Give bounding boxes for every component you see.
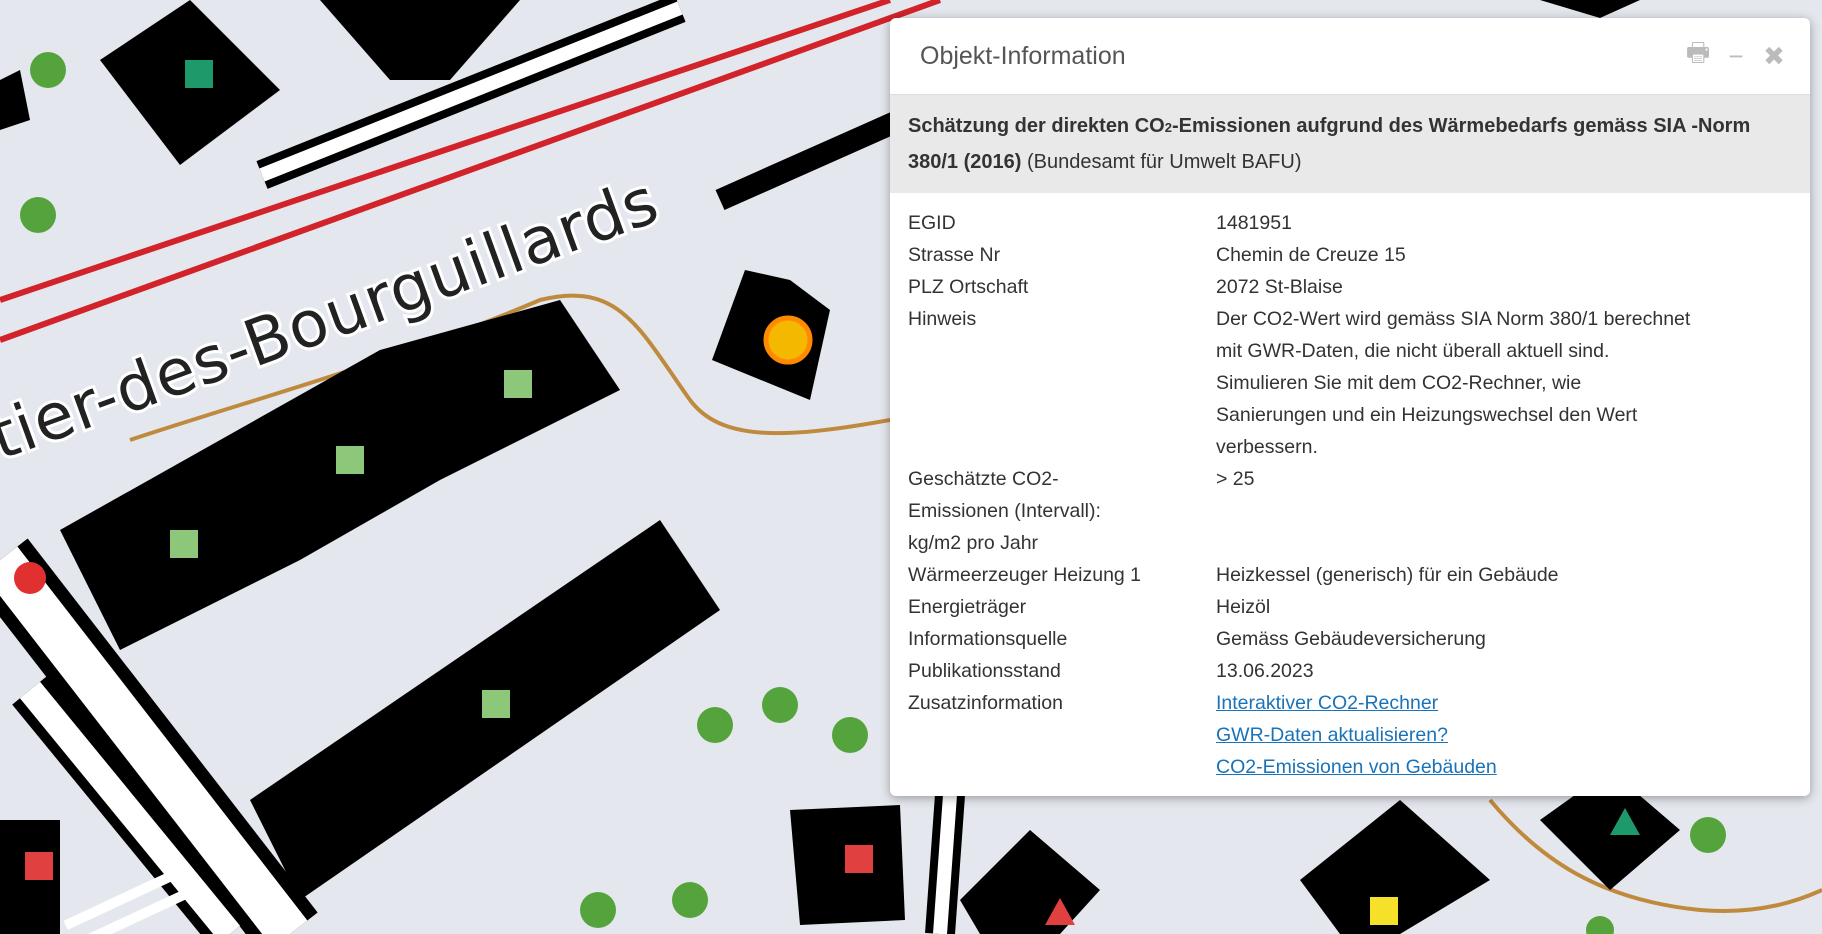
- table-row: Zusatzinformation Interaktiver CO2-Rechn…: [908, 687, 1786, 783]
- attr-value: Der CO2-Wert wird gemäss SIA Norm 380/1 …: [1216, 303, 1786, 463]
- object-info-popup: Objekt-Information 🖶 − ✖ Schätzung der d…: [890, 18, 1810, 796]
- gwr-update-link[interactable]: GWR-Daten aktualisieren?: [1216, 719, 1786, 751]
- table-row: Strasse Nr Chemin de Creuze 15: [908, 239, 1786, 271]
- attribute-table: EGID 1481951 Strasse Nr Chemin de Creuze 1…: [908, 207, 1786, 783]
- key-line: Emissionen (Intervall):: [908, 500, 1101, 522]
- road: [933, 794, 957, 934]
- attr-value: > 25: [1216, 468, 1255, 490]
- popup-toolbar: 🖶 − ✖: [1684, 37, 1788, 71]
- marker-square[interactable]: [1370, 897, 1398, 925]
- attr-value: 1481951: [1216, 212, 1292, 234]
- attr-value: Interaktiver CO2-Rechner GWR-Daten aktua…: [1216, 687, 1786, 783]
- layer-title-part1: Schätzung der direkten CO: [908, 115, 1165, 137]
- table-row: Wärmeerzeuger Heizung 1 Heizkessel (gener…: [908, 559, 1786, 591]
- table-row: Publikationsstand 13.06.2023: [908, 655, 1786, 687]
- attr-key: Publikationsstand: [908, 660, 1061, 682]
- hint-line: Simulieren Sie mit dem CO2-Rechner, wie: [1216, 372, 1582, 394]
- attr-key: Strasse Nr: [908, 244, 1001, 266]
- marker-square[interactable]: [170, 530, 198, 558]
- co2-buildings-link[interactable]: CO2-Emissionen von Gebäuden: [1216, 751, 1786, 783]
- close-icon[interactable]: ✖: [1760, 41, 1788, 71]
- layer-source: (Bundesamt für Umwelt BAFU): [1021, 151, 1302, 173]
- hint-line: Sanierungen und ein Heizungswechsel den …: [1216, 404, 1638, 426]
- attr-key: Energieträger: [908, 596, 1027, 618]
- attr-key: PLZ Ortschaft: [908, 276, 1029, 298]
- key-line: Geschätzte CO2-: [908, 468, 1059, 490]
- table-row: PLZ Ortschaft 2072 St-Blaise: [908, 271, 1786, 303]
- attr-key: Geschätzte CO2- Emissionen (Intervall): …: [908, 463, 1216, 559]
- attr-key: Zusatzinformation: [908, 692, 1063, 714]
- marker-square[interactable]: [185, 60, 213, 88]
- print-icon[interactable]: 🖶: [1684, 37, 1712, 70]
- attr-value: 13.06.2023: [1216, 660, 1314, 682]
- table-row: Informationsquelle Gemäss Gebäudeversiche…: [908, 623, 1786, 655]
- selected-building-marker[interactable]: [763, 315, 813, 365]
- marker-square[interactable]: [504, 370, 532, 398]
- attr-key: Wärmeerzeuger Heizung 1: [908, 564, 1142, 586]
- attr-value: Gemäss Gebäudeversicherung: [1216, 628, 1486, 650]
- minimize-icon[interactable]: −: [1722, 41, 1750, 71]
- hint-line: verbessern.: [1216, 436, 1318, 458]
- hint-line: mit GWR-Daten, die nicht überall aktuell…: [1216, 340, 1610, 362]
- popup-title: Objekt-Information: [920, 41, 1126, 70]
- marker-square[interactable]: [336, 446, 364, 474]
- key-line: kg/m2 pro Jahr: [908, 532, 1039, 554]
- marker-square[interactable]: [482, 690, 510, 718]
- table-row: Hinweis Der CO2-Wert wird gemäss SIA Nor…: [908, 303, 1786, 463]
- popup-header: Objekt-Information 🖶 − ✖: [890, 18, 1810, 95]
- hint-line: Der CO2-Wert wird gemäss SIA Norm 380/1 …: [1216, 308, 1691, 330]
- attr-value: Heizöl: [1216, 596, 1271, 618]
- attr-key: Informationsquelle: [908, 628, 1068, 650]
- marker-square[interactable]: [25, 852, 53, 880]
- attr-key: Hinweis: [908, 308, 977, 330]
- layer-title: Schätzung der direkten CO2-Emissionen au…: [890, 95, 1810, 193]
- table-row: EGID 1481951: [908, 207, 1786, 239]
- attr-key: EGID: [908, 212, 956, 234]
- attr-value: Heizkessel (generisch) für ein Gebäude: [1216, 564, 1559, 586]
- table-row: Energieträger Heizöl: [908, 591, 1786, 623]
- attr-value: Chemin de Creuze 15: [1216, 244, 1406, 266]
- co2-calculator-link[interactable]: Interaktiver CO2-Rechner: [1216, 687, 1786, 719]
- marker-square[interactable]: [845, 845, 873, 873]
- layer-title-subscript: 2: [1164, 120, 1172, 135]
- marker-circle[interactable]: [14, 562, 46, 594]
- table-row: Geschätzte CO2- Emissionen (Intervall): …: [908, 463, 1786, 559]
- attr-value: 2072 St-Blaise: [1216, 276, 1343, 298]
